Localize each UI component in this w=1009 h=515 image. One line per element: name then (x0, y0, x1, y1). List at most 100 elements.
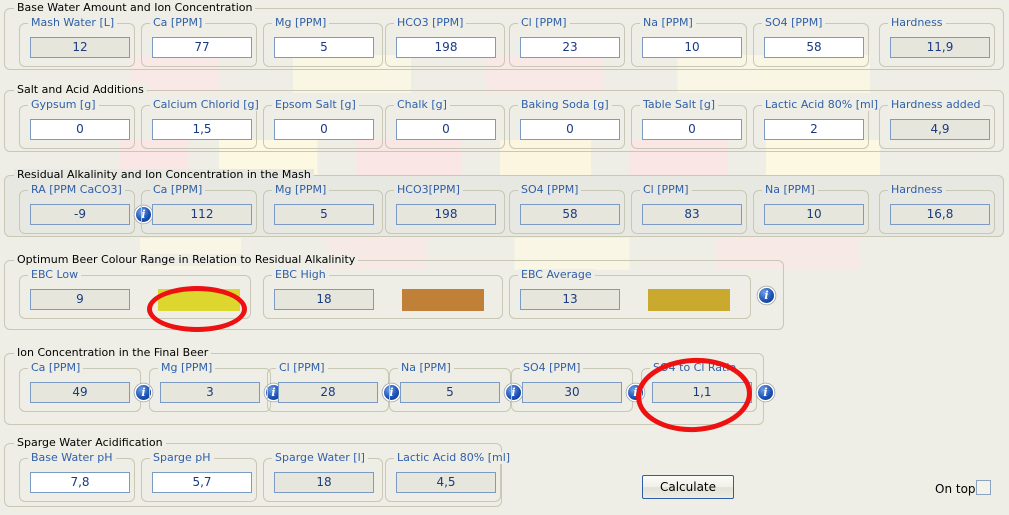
field-group: EBC Average 13 (509, 269, 751, 319)
field-group: SO4 to Cl Ratio 1,1 i (641, 362, 773, 412)
on-top-checkbox[interactable] (976, 480, 991, 495)
field-label: EBC Average (518, 269, 595, 281)
text-input[interactable]: 0 (30, 119, 130, 140)
field-group: Sparge Water [l] 18 (263, 452, 383, 502)
field-label: SO4 to Cl Ratio (650, 362, 740, 374)
field-label: Chalk [g] (394, 99, 450, 111)
field-group: Gypsum [g] 0 (19, 99, 135, 149)
readonly-value-box: 10 (764, 204, 864, 225)
group-panel-title: Optimum Beer Colour Range in Relation to… (14, 254, 359, 266)
field-label: EBC High (272, 269, 329, 281)
field-group: Hardness 16,8 (879, 184, 995, 234)
field-label: Mg [PPM] (272, 184, 330, 196)
readonly-value-box: 5 (274, 204, 374, 225)
field-group: Hardness 11,9 (879, 17, 995, 67)
readonly-value-box: 28 (278, 382, 378, 403)
field-group: Cl [PPM] 28 i (267, 362, 399, 412)
group-panel-title: Salt and Acid Additions (14, 84, 147, 96)
field-group: Epsom Salt [g] 0 (263, 99, 383, 149)
group-panel-title: Ion Concentration in the Final Beer (14, 347, 212, 359)
readonly-value-box: 16,8 (890, 204, 990, 225)
field-group: HCO3[PPM] 198 (385, 184, 505, 234)
readonly-value-box: 1,1 (652, 382, 752, 403)
field-label: Ca [PPM] (28, 362, 84, 374)
field-label: Ca [PPM] (150, 17, 206, 29)
text-input[interactable]: 5,7 (152, 472, 252, 493)
text-input[interactable]: 0 (642, 119, 742, 140)
field-group: Mg [PPM] 5 (263, 184, 383, 234)
field-label: Na [PPM] (640, 17, 696, 29)
readonly-value-box: 3 (160, 382, 260, 403)
field-label: Lactic Acid 80% [ml] (762, 99, 882, 111)
group-panel: Ion Concentration in the Final Beer Ca [P… (4, 347, 773, 425)
text-input[interactable]: 2 (764, 119, 864, 140)
field-group: Mash Water [L] 12 (19, 17, 135, 67)
readonly-value-box: -9 (30, 204, 130, 225)
field-group: Cl [PPM] 23 (509, 17, 625, 67)
field-label: Baking Soda [g] (518, 99, 612, 111)
text-input[interactable]: 198 (396, 37, 496, 58)
group-panel-title: Residual Alkalinity and Ion Concentratio… (14, 169, 314, 181)
field-label: EBC Low (28, 269, 82, 281)
field-group: Chalk [g] 0 (385, 99, 505, 149)
field-group: RA [PPM CaCO3] -9 i (19, 184, 151, 234)
text-input[interactable]: 1,5 (152, 119, 252, 140)
text-input[interactable]: 5 (274, 37, 374, 58)
readonly-value-box: 11,9 (890, 37, 990, 58)
readonly-value-box: 18 (274, 289, 374, 310)
readonly-value-box: 12 (30, 37, 130, 58)
text-input[interactable]: 0 (396, 119, 496, 140)
field-group: SO4 [PPM] 58 (509, 184, 625, 234)
field-label: Mg [PPM] (272, 17, 330, 29)
text-input[interactable]: 7,8 (30, 472, 130, 493)
field-group: Mg [PPM] 3 i (149, 362, 281, 412)
field-label: Cl [PPM] (276, 362, 328, 374)
field-group: Mg [PPM] 5 (263, 17, 383, 67)
field-label: Hardness (888, 184, 946, 196)
group-panel: Residual Alkalinity and Ion Concentratio… (4, 169, 1004, 237)
field-group: Ca [PPM] 77 (141, 17, 257, 67)
group-panel: Optimum Beer Colour Range in Relation to… (4, 254, 784, 330)
info-icon[interactable]: i (759, 288, 774, 303)
field-label: SO4 [PPM] (518, 184, 582, 196)
field-label: Gypsum [g] (28, 99, 99, 111)
field-group: Sparge pH 5,7 (141, 452, 257, 502)
field-group: Ca [PPM] 112 (141, 184, 257, 234)
field-label: SO4 [PPM] (762, 17, 826, 29)
text-input[interactable]: 58 (764, 37, 864, 58)
calculate-button[interactable]: Calculate (642, 475, 734, 499)
field-group: Lactic Acid 80% [ml] 4,5 (385, 452, 514, 502)
field-label: Lactic Acid 80% [ml] (394, 452, 514, 464)
readonly-value-box: 9 (30, 289, 130, 310)
field-label: Hardness added (888, 99, 984, 111)
readonly-value-box: 58 (520, 204, 620, 225)
field-label: Ca [PPM] (150, 184, 206, 196)
group-panel: Sparge Water Acidification Base Water pH 7… (4, 437, 514, 507)
field-label: Na [PPM] (762, 184, 818, 196)
info-icon[interactable]: i (758, 385, 773, 400)
field-group: Cl [PPM] 83 (631, 184, 747, 234)
readonly-value-box: 13 (520, 289, 620, 310)
field-label: Table Salt [g] (640, 99, 719, 111)
field-group: SO4 [PPM] 58 (753, 17, 869, 67)
readonly-value-box: 18 (274, 472, 374, 493)
field-label: Cl [PPM] (640, 184, 692, 196)
group-panel-title: Sparge Water Acidification (14, 437, 166, 449)
text-input[interactable]: 0 (274, 119, 374, 140)
text-input[interactable]: 77 (152, 37, 252, 58)
beer-colour-swatch (648, 289, 730, 311)
field-label: Calcium Chlorid [g] (150, 99, 262, 111)
readonly-value-box: 198 (396, 204, 496, 225)
text-input[interactable]: 0 (520, 119, 620, 140)
field-group: Na [PPM] 10 (631, 17, 747, 67)
group-panel: Base Water Amount and Ion Concentration M… (4, 2, 1004, 70)
text-input[interactable]: 23 (520, 37, 620, 58)
field-label: Mash Water [L] (28, 17, 118, 29)
field-label: Sparge Water [l] (272, 452, 368, 464)
readonly-value-box: 4,5 (396, 472, 496, 493)
field-label: Sparge pH (150, 452, 214, 464)
group-panel-title: Base Water Amount and Ion Concentration (14, 2, 256, 14)
field-group: Na [PPM] 10 (753, 184, 869, 234)
readonly-value-box: 49 (30, 382, 130, 403)
text-input[interactable]: 10 (642, 37, 742, 58)
